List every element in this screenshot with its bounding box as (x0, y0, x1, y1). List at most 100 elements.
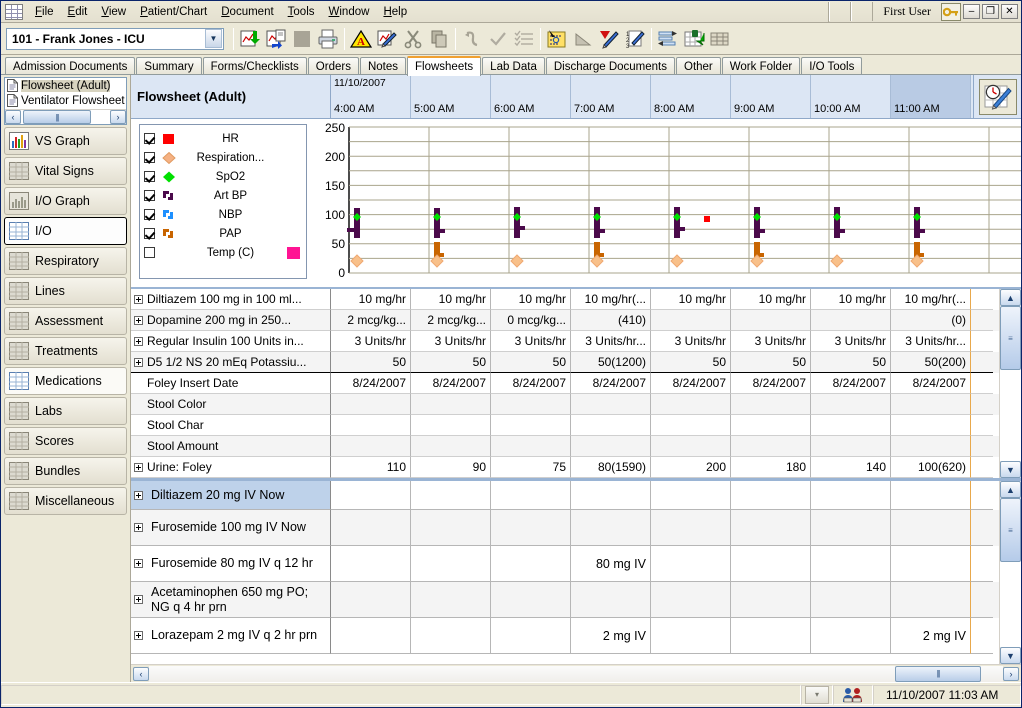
cell[interactable] (331, 415, 411, 436)
tab-notes[interactable]: Notes (359, 57, 406, 75)
order-label-lorazepam-2[interactable]: Lorazepam 2 mg IV q 2 hr prn (131, 618, 331, 654)
scroll-thumb[interactable]: ≡ (1000, 306, 1021, 370)
table-build-icon[interactable] (707, 26, 733, 52)
menu-view[interactable]: View (94, 4, 133, 20)
cell[interactable] (651, 582, 731, 618)
row-label-urine-foley[interactable]: Urine: Foley (131, 457, 331, 478)
tab-orders[interactable]: Orders (307, 57, 359, 75)
table-row[interactable]: Stool Char (131, 415, 999, 436)
cell[interactable] (331, 546, 411, 582)
list-item[interactable]: Furosemide 100 mg IV Now (131, 510, 999, 546)
scroll-thumb[interactable]: ≡ (1000, 498, 1021, 562)
expand-icon[interactable] (134, 294, 143, 304)
table-row[interactable]: Stool Amount (131, 436, 999, 457)
cell[interactable]: 8/24/2007 (411, 373, 491, 394)
cell[interactable]: 10 mg/hr (731, 289, 811, 310)
menu-help[interactable]: Help (376, 4, 414, 20)
close-button[interactable]: ✕ (1001, 4, 1018, 19)
cell[interactable] (811, 582, 891, 618)
cell[interactable] (651, 481, 731, 510)
cell[interactable] (491, 582, 571, 618)
sidebar-item-labs[interactable]: Labs (4, 397, 127, 425)
cell[interactable] (491, 510, 571, 546)
cell[interactable]: 50(1200) (571, 352, 651, 373)
cell[interactable]: 80(1590) (571, 457, 651, 478)
cell[interactable]: 80 mg IV (571, 546, 651, 582)
select-target-icon[interactable] (544, 26, 570, 52)
cell[interactable] (811, 546, 891, 582)
status-users-pane[interactable] (833, 684, 873, 705)
cell[interactable]: 3 Units/hr (651, 331, 731, 352)
legend-item-art-bp[interactable]: Art BP (144, 186, 302, 205)
cell[interactable] (891, 546, 971, 582)
cell[interactable]: 100(620) (891, 457, 971, 478)
tab-flowsheets[interactable]: Flowsheets (407, 56, 482, 76)
order-label-furosemide-100[interactable]: Furosemide 100 mg IV Now (131, 510, 331, 546)
row-label-stool-color[interactable]: Stool Color (131, 394, 331, 415)
orders-grid-vscrollbar[interactable]: ▲ ≡ ▼ (999, 481, 1021, 664)
io-grid-vscrollbar[interactable]: ▲ ≡ ▼ (999, 289, 1021, 478)
cell[interactable]: 200 (651, 457, 731, 478)
time-column-0900[interactable]: 9:00 AM (731, 75, 811, 118)
legend-checkbox-hr[interactable] (144, 133, 155, 144)
expand-icon[interactable] (134, 559, 143, 568)
cell[interactable]: (0) (891, 310, 971, 331)
menu-window[interactable]: Window (322, 4, 377, 20)
scroll-left-icon[interactable]: ‹ (133, 666, 149, 681)
flowsheet-list[interactable]: Flowsheet (Adult) Ventilator Flowsheet ‹ (4, 77, 127, 125)
edit-document-icon[interactable] (374, 26, 400, 52)
restore-button[interactable]: ❐ (982, 4, 999, 19)
expand-icon[interactable] (134, 595, 143, 604)
cell[interactable] (731, 510, 811, 546)
cell[interactable]: 180 (731, 457, 811, 478)
cell[interactable]: 3 Units/hr (731, 331, 811, 352)
legend-item-pap[interactable]: PAP (144, 224, 302, 243)
sidebar-item-miscellaneous[interactable]: Miscellaneous (4, 487, 127, 515)
tab-forms-checklists[interactable]: Forms/Checklists (202, 57, 307, 75)
list-item[interactable]: Lorazepam 2 mg IV q 2 hr prn 2 mg IV 2 m… (131, 618, 999, 654)
cell[interactable] (491, 436, 571, 457)
checklist-icon[interactable] (511, 26, 537, 52)
cell[interactable]: 10 mg/hr (491, 289, 571, 310)
row-label-stool-char[interactable]: Stool Char (131, 415, 331, 436)
flowsheet-list-item-adult[interactable]: Flowsheet (Adult) (5, 78, 126, 93)
cell[interactable] (491, 394, 571, 415)
import-flowsheet-icon[interactable] (237, 26, 263, 52)
scroll-thumb[interactable]: ||| (895, 665, 981, 682)
legend-item-hr[interactable]: HR (144, 129, 302, 148)
menu-edit[interactable]: Edit (61, 4, 95, 20)
legend-checkbox-pap[interactable] (144, 228, 155, 239)
cell[interactable] (331, 394, 411, 415)
sidebar-item-assessment[interactable]: Assessment (4, 307, 127, 335)
menu-file[interactable]: FFileile (28, 4, 61, 20)
sidebar-item-vital-signs[interactable]: Vital Signs (4, 157, 127, 185)
key-icon[interactable] (941, 2, 961, 21)
time-column-0700[interactable]: 7:00 AM (571, 75, 651, 118)
tab-summary[interactable]: Summary (136, 57, 202, 75)
cell[interactable] (891, 510, 971, 546)
cell[interactable]: 2 mcg/kg... (331, 310, 411, 331)
cell[interactable] (571, 481, 651, 510)
cell[interactable] (411, 510, 491, 546)
sidebar-item-medications[interactable]: Medications (4, 367, 127, 395)
cell[interactable] (651, 436, 731, 457)
cut-icon[interactable] (400, 26, 426, 52)
cell[interactable] (811, 481, 891, 510)
cell[interactable] (571, 436, 651, 457)
sidebar-item-scores[interactable]: Scores (4, 427, 127, 455)
cell[interactable] (811, 394, 891, 415)
cell[interactable]: 8/24/2007 (491, 373, 571, 394)
status-dropdown-pane[interactable]: ▾ (801, 684, 833, 705)
cell[interactable]: 90 (411, 457, 491, 478)
chart-plot-area[interactable]: 250 200 150 100 50 0 (311, 123, 1021, 281)
cell[interactable]: 3 Units/hr (411, 331, 491, 352)
expand-icon[interactable] (134, 315, 143, 325)
cell[interactable] (731, 394, 811, 415)
export-flowsheet-icon[interactable] (263, 26, 289, 52)
menu-patient-chart[interactable]: Patient/Chart (133, 4, 214, 20)
cell[interactable] (651, 394, 731, 415)
time-column-1000[interactable]: 10:00 AM (811, 75, 891, 118)
cell[interactable] (571, 510, 651, 546)
time-column-0600[interactable]: 6:00 AM (491, 75, 571, 118)
cell[interactable] (411, 618, 491, 654)
